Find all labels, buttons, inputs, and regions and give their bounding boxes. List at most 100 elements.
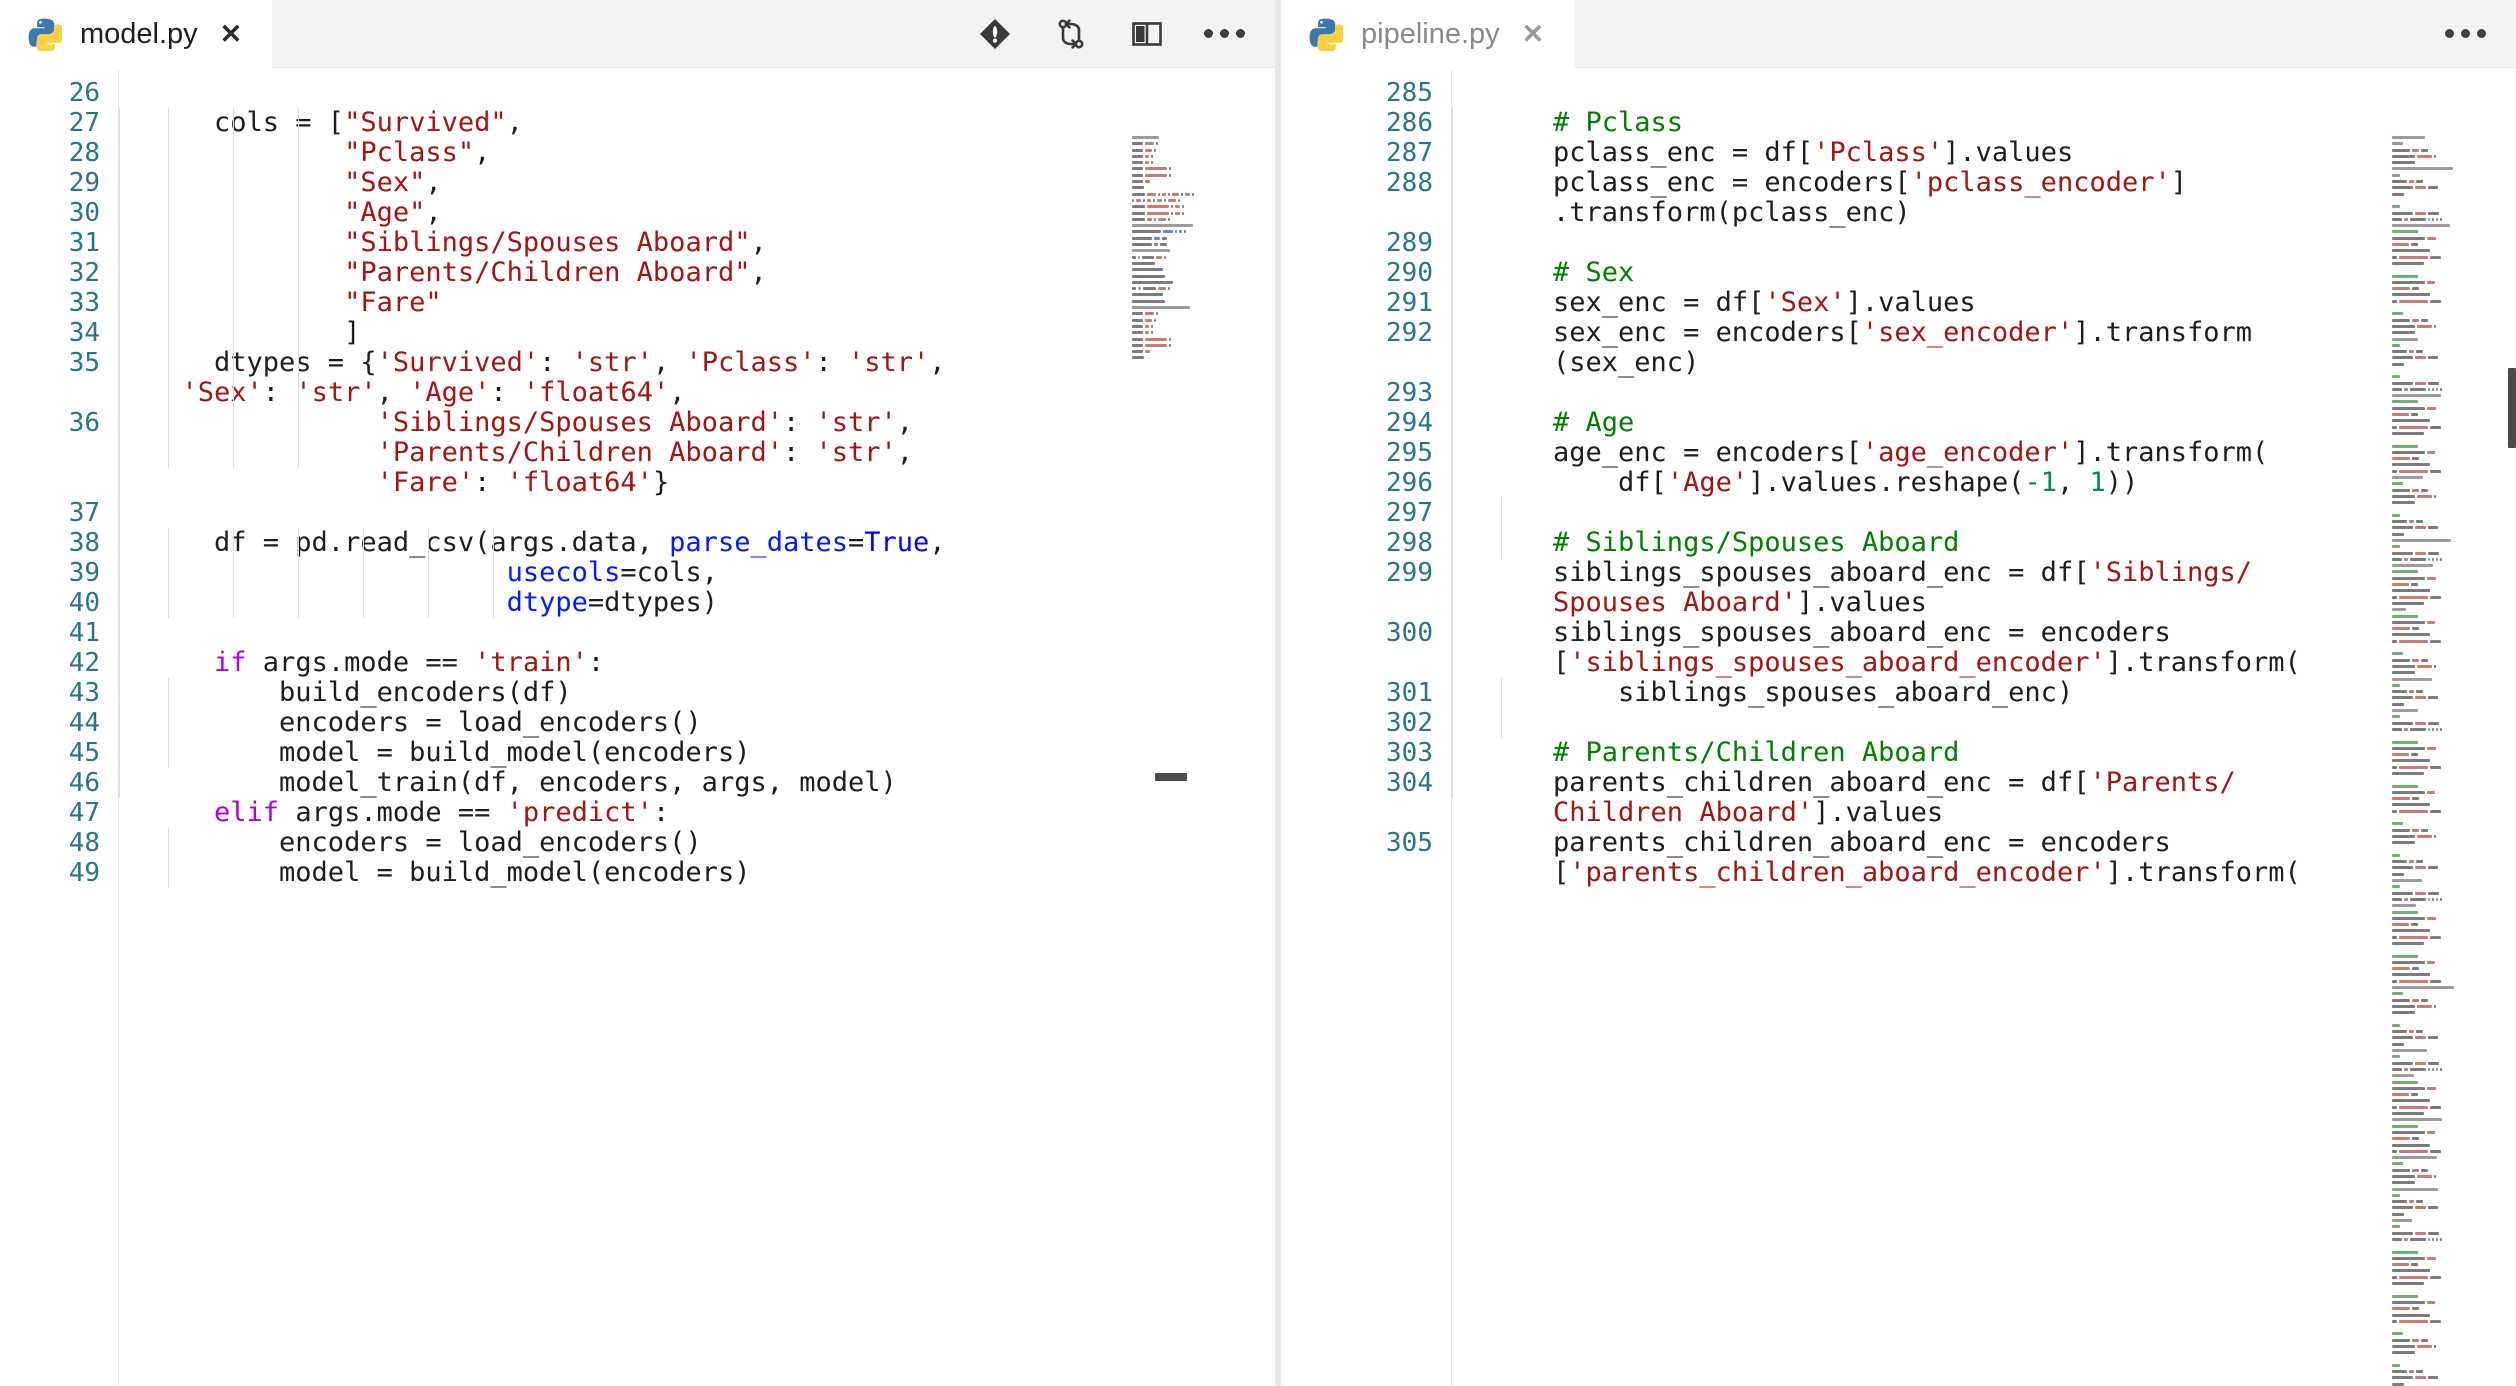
code-line[interactable]: ['siblings_spouses_aboard_encoder'].tran… (1488, 648, 2516, 678)
code-line[interactable]: siblings_spouses_aboard_enc = encoders (1488, 618, 2516, 648)
more-actions-icon[interactable] (1204, 29, 1245, 38)
code-line[interactable]: encoders = load_encoders() (149, 828, 1275, 858)
code-line[interactable]: pclass_enc = encoders['pclass_encoder'] (1488, 168, 2516, 198)
code-line[interactable]: model_train(df, encoders, args, model) (149, 768, 1275, 798)
code-token-str: "Age" (344, 197, 426, 228)
code-line[interactable]: 'Fare': 'float64'} (149, 468, 1275, 498)
code-token-pln: , (896, 407, 914, 438)
code-token-pln: pclass_enc = df[ (1488, 137, 1814, 168)
code-line[interactable] (1488, 228, 2516, 258)
code-line[interactable]: # Age (1488, 408, 2516, 438)
code-line[interactable]: parents_children_aboard_enc = df['Parent… (1488, 768, 2516, 798)
code-line[interactable]: # Parents/Children Aboard (1488, 738, 2516, 768)
code-line[interactable]: sex_enc = df['Sex'].values (1488, 288, 2516, 318)
code-line[interactable] (149, 618, 1275, 648)
code-line[interactable]: "Parents/Children Aboard", (149, 258, 1275, 288)
code-line[interactable]: df['Age'].values.reshape(-1, 1)) (1488, 468, 2516, 498)
code-token-str: 'age_encoder' (1861, 437, 2074, 468)
code-line[interactable]: ['parents_children_aboard_encoder'].tran… (1488, 858, 2516, 888)
code-line[interactable]: encoders = load_encoders() (149, 708, 1275, 738)
code-line[interactable]: ] (149, 318, 1275, 348)
code-line[interactable]: # Sex (1488, 258, 2516, 288)
code-line[interactable]: dtypes = {'Survived': 'str', 'Pclass': '… (149, 348, 1275, 378)
code-line[interactable] (1488, 498, 2516, 528)
code-token-pln: ].values (1845, 287, 1976, 318)
code-token-str: 'Siblings/Spouses Aboard' (376, 407, 783, 438)
code-line[interactable] (1488, 78, 2516, 108)
code-line[interactable]: # Siblings/Spouses Aboard (1488, 528, 2516, 558)
code-line[interactable]: age_enc = encoders['age_encoder'].transf… (1488, 438, 2516, 468)
indent-guide (297, 528, 299, 618)
split-editor-icon[interactable] (1128, 15, 1166, 53)
code-line[interactable]: build_encoders(df) (149, 678, 1275, 708)
code-token-str: 'Sex' (1764, 287, 1846, 318)
line-number: 33 (68, 288, 100, 318)
code-line[interactable]: siblings_spouses_aboard_enc) (1488, 678, 2516, 708)
code-line[interactable]: .transform(pclass_enc) (1488, 198, 2516, 228)
code-line[interactable]: "Age", (149, 198, 1275, 228)
indent-guide (1452, 108, 1453, 798)
line-number: 36 (68, 408, 100, 438)
code-line[interactable]: cols = ["Survived", (149, 108, 1275, 138)
tab-close-icon[interactable]: ✕ (216, 19, 247, 50)
code-line[interactable] (1488, 708, 2516, 738)
code-line[interactable] (149, 498, 1275, 528)
code-line[interactable]: model = build_model(encoders) (149, 738, 1275, 768)
code-line[interactable]: 'Siblings/Spouses Aboard': 'str', (149, 408, 1275, 438)
indent-guide (297, 108, 299, 468)
code-line[interactable]: Spouses Aboard'].values (1488, 588, 2516, 618)
code-token-pln: age_enc = encoders[ (1488, 437, 1862, 468)
code-line[interactable]: usecols=cols, (149, 558, 1275, 588)
source-control-icon[interactable] (976, 15, 1014, 53)
editor-pane-right: pipeline.py ✕ 285 286 287 288 289 290 291 292 29… (1281, 0, 2516, 1386)
code-line[interactable]: "Fare" (149, 288, 1275, 318)
line-number-wrap (0, 468, 100, 498)
line-number: 298 (1386, 528, 1433, 558)
code-line[interactable]: (sex_enc) (1488, 348, 2516, 378)
code-token-str: 'predict' (506, 797, 653, 828)
code-token-str: 'str' (295, 377, 377, 408)
code-token-kw: elif (214, 797, 280, 828)
code-line[interactable] (149, 78, 1275, 108)
code-line[interactable]: elif args.mode == 'predict': (149, 798, 1275, 828)
code-line[interactable]: "Pclass", (149, 138, 1275, 168)
tab-model-py[interactable]: model.py ✕ (0, 0, 273, 68)
code-line[interactable]: sex_enc = encoders['sex_encoder'].transf… (1488, 318, 2516, 348)
code-content-right[interactable]: # Pclass pclass_enc = df['Pclass'].value… (1452, 68, 2516, 1386)
line-number: 304 (1386, 768, 1433, 798)
code-token-pln (149, 587, 507, 618)
code-token-pln: = (847, 527, 865, 558)
tab-pipeline-py[interactable]: pipeline.py ✕ (1281, 0, 1575, 68)
line-number: 35 (68, 348, 100, 378)
code-token-com: # Pclass (1488, 107, 1684, 138)
code-line[interactable]: dtype=dtypes) (149, 588, 1275, 618)
code-line[interactable]: pclass_enc = df['Pclass'].values (1488, 138, 2516, 168)
line-number: 291 (1386, 288, 1433, 318)
code-token-pln: : (490, 377, 523, 408)
code-content-left[interactable]: cols = ["Survived", "Pclass", "Sex", "Ag… (119, 68, 1275, 1386)
code-token-pln (149, 647, 214, 678)
code-line[interactable]: parents_children_aboard_enc = encoders (1488, 828, 2516, 858)
code-line[interactable] (1488, 378, 2516, 408)
code-line[interactable]: # Pclass (1488, 108, 2516, 138)
code-line[interactable]: df = pd.read_csv(args.data, parse_dates=… (149, 528, 1275, 558)
code-token-str: Spouses Aboard' (1488, 587, 1797, 618)
code-line[interactable]: model = build_model(encoders) (149, 858, 1275, 888)
code-line[interactable]: if args.mode == 'train': (149, 648, 1275, 678)
line-number: 40 (68, 588, 100, 618)
vertical-scrollbar-right[interactable] (2508, 368, 2516, 448)
code-line[interactable]: Children Aboard'].values (1488, 798, 2516, 828)
code-token-com: # Age (1488, 407, 1635, 438)
code-token-str: 'Age' (1666, 467, 1749, 498)
more-actions-icon[interactable] (2445, 29, 2486, 38)
tab-close-icon[interactable]: ✕ (1518, 19, 1549, 50)
horizontal-scrollbar-left[interactable] (1155, 773, 1187, 781)
compare-changes-icon[interactable] (1052, 15, 1090, 53)
code-token-pln: , (376, 377, 410, 408)
code-token-str: "Survived" (344, 107, 507, 138)
code-line[interactable]: 'Sex': 'str', 'Age': 'float64', (149, 378, 1275, 408)
code-line[interactable]: 'Parents/Children Aboard': 'str', (149, 438, 1275, 468)
code-line[interactable]: "Sex", (149, 168, 1275, 198)
code-line[interactable]: "Siblings/Spouses Aboard", (149, 228, 1275, 258)
code-line[interactable]: siblings_spouses_aboard_enc = df['Siblin… (1488, 558, 2516, 588)
